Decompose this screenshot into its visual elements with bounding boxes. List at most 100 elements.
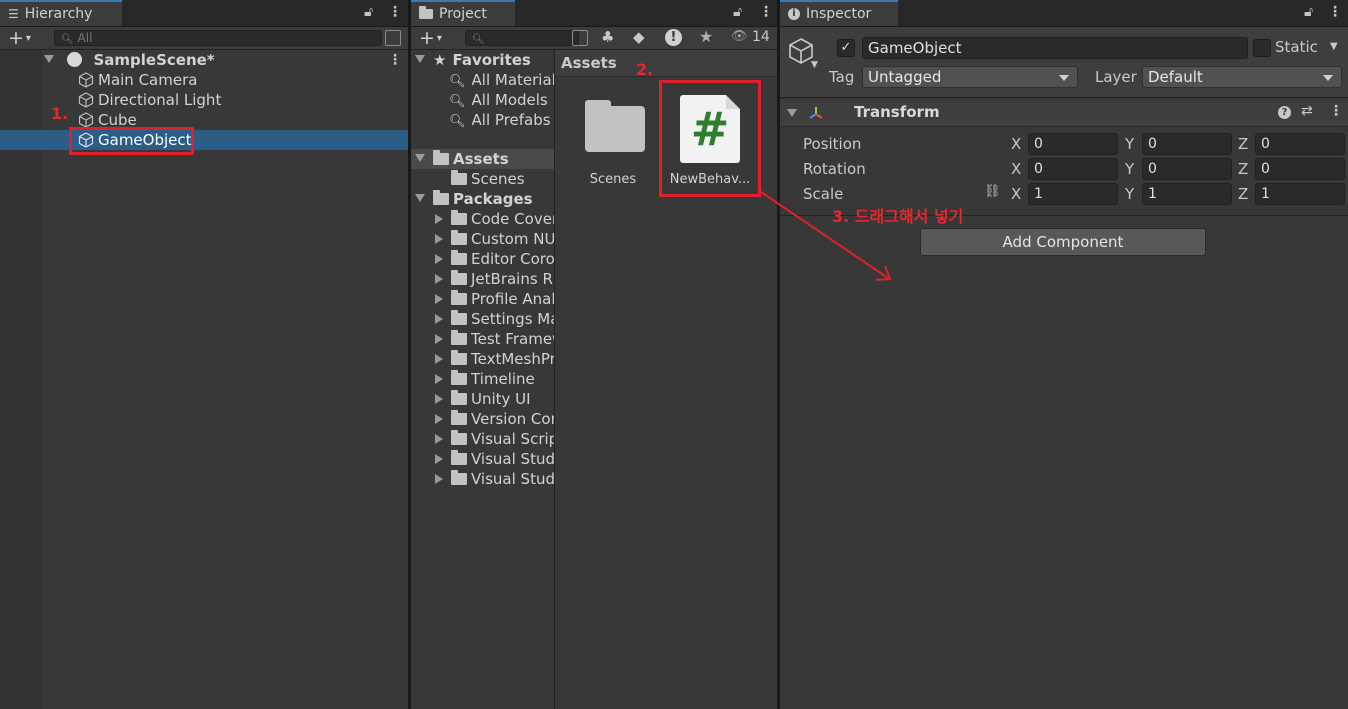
active-checkbox[interactable]: ✓ [837,39,855,57]
scene-row[interactable]: SampleScene* [44,50,215,70]
component-menu-icon[interactable]: ⋮ [1329,103,1343,119]
static-dropdown-arrow[interactable]: ▼ [1330,41,1338,52]
axis-y-label[interactable]: Y [1125,159,1134,179]
presets-sliders-icon[interactable]: ⇄ [1301,103,1313,119]
expand-arrow-icon[interactable] [415,194,425,202]
more-menu-icon[interactable]: ⋮ [388,4,402,20]
hierarchy-item-main-camera[interactable]: Main Camera [78,70,197,90]
expand-arrow-icon[interactable] [435,274,443,284]
axis-x-label[interactable]: X [1011,184,1021,204]
hierarchy-search-input[interactable]: 🔍︎ All [54,30,382,46]
hierarchy-item-gameobject-selected[interactable]: GameObject [0,130,408,150]
expand-arrow-icon[interactable] [44,55,54,63]
create-button[interactable]: + ▾ [419,27,442,49]
axis-x-label[interactable]: X [1011,159,1021,179]
search-scope-button[interactable] [572,30,588,46]
lock-icon[interactable]: 🔓︎ [364,4,373,20]
package-item[interactable]: TextMeshPro [435,349,554,369]
static-checkbox[interactable] [1253,39,1271,57]
expand-arrow-icon[interactable] [435,474,443,484]
package-item[interactable]: Timeline [435,369,535,389]
package-item[interactable]: Editor Coroutines [435,249,554,269]
axis-z-label[interactable]: Z [1238,159,1248,179]
transform-component-header[interactable]: Transform ? ⇄ ⋮ [780,100,1348,127]
expand-arrow-icon[interactable] [435,314,443,324]
constrain-proportions-link-icon[interactable]: ⛓ [984,184,1001,199]
scale-z-field[interactable]: 1 [1255,183,1345,205]
tab-project[interactable]: Project [411,0,515,26]
layer-label: Layer [1095,68,1137,86]
favorite-star-icon[interactable]: ★ [699,27,713,46]
package-item[interactable]: Visual Scripting [435,429,554,449]
grid-title[interactable]: Assets [561,54,617,72]
search-scene-button[interactable] [385,30,401,46]
expand-arrow-icon[interactable] [435,414,443,424]
hidden-packages-eye-icon[interactable]: 👁︎ [731,29,748,44]
expand-arrow-icon[interactable] [435,334,443,344]
package-item[interactable]: Visual Studio [435,449,554,469]
package-item[interactable]: Test Framework [435,329,554,349]
package-item[interactable]: Settings Manager [435,309,554,329]
package-item[interactable]: Unity UI [435,389,531,409]
package-item[interactable]: JetBrains Rider [435,269,554,289]
axis-z-label[interactable]: Z [1238,134,1248,154]
search-by-type-icon[interactable]: ♣ [601,28,614,46]
expand-arrow-icon[interactable] [435,294,443,304]
scene-menu-icon[interactable]: ⋮ [388,52,402,68]
axis-x-label[interactable]: X [1011,134,1021,154]
project-search-input[interactable]: 🔍︎ [465,30,579,46]
grid-item-scenes[interactable]: Scenes [571,96,655,192]
packages-header[interactable]: Packages [415,189,533,209]
axis-y-label[interactable]: Y [1125,184,1134,204]
expand-arrow-icon[interactable] [435,434,443,444]
package-item[interactable]: Code Coverage [435,209,554,229]
rotation-y-field[interactable]: 0 [1142,158,1232,180]
scale-y-field[interactable]: 1 [1142,183,1232,205]
axis-y-label[interactable]: Y [1125,134,1134,154]
expand-arrow-icon[interactable] [415,154,425,162]
add-component-button[interactable]: Add Component [920,228,1206,256]
expand-arrow-icon[interactable] [787,109,797,117]
expand-arrow-icon[interactable] [435,374,443,384]
package-item[interactable]: Custom NUnit [435,229,554,249]
scale-x-field[interactable]: 1 [1028,183,1118,205]
more-menu-icon[interactable]: ⋮ [759,4,773,20]
favorites-header[interactable]: ★ Favorites [415,50,531,70]
console-errors-icon[interactable]: ! [665,29,682,46]
expand-arrow-icon[interactable] [435,234,443,244]
position-z-field[interactable]: 0 [1255,133,1345,155]
position-y-field[interactable]: 0 [1142,133,1232,155]
icon-dropdown-arrow[interactable]: ▼ [811,60,818,70]
layer-dropdown[interactable]: Default [1142,66,1342,88]
package-item[interactable]: Profile Analyzer [435,289,554,309]
expand-arrow-icon[interactable] [435,214,443,224]
tag-dropdown[interactable]: Untagged [862,66,1078,88]
package-item[interactable]: Visual Studio [435,469,554,489]
object-name-field[interactable]: GameObject [862,37,1248,59]
search-by-label-icon[interactable]: ◆ [633,28,645,46]
expand-arrow-icon[interactable] [435,354,443,364]
create-button[interactable]: + ▾ [8,27,31,49]
package-item[interactable]: Version Control [435,409,554,429]
help-icon[interactable]: ? [1278,106,1291,119]
favorite-item-models[interactable]: 🔍︎ All Models [449,90,548,110]
tree-item-scenes[interactable]: Scenes [451,169,525,189]
hierarchy-item-directional-light[interactable]: Directional Light [78,90,221,110]
lock-icon[interactable]: 🔓︎ [733,4,742,20]
tab-hierarchy[interactable]: ☰ Hierarchy [0,0,122,26]
lock-icon[interactable]: 🔓︎ [1304,4,1313,20]
more-menu-icon[interactable]: ⋮ [1328,4,1342,20]
rotation-x-field[interactable]: 0 [1028,158,1118,180]
rotation-z-field[interactable]: 0 [1255,158,1345,180]
tab-inspector[interactable]: i Inspector [780,0,898,26]
expand-arrow-icon[interactable] [435,394,443,404]
expand-arrow-icon[interactable] [435,254,443,264]
assets-tree-header[interactable]: Assets [411,149,554,169]
expand-arrow-icon[interactable] [435,454,443,464]
expand-arrow-icon[interactable] [415,55,425,63]
star-icon: ★ [433,51,447,69]
favorite-item-materials[interactable]: 🔍︎ All Materials [449,70,554,90]
position-x-field[interactable]: 0 [1028,133,1118,155]
axis-z-label[interactable]: Z [1238,184,1248,204]
favorite-item-prefabs[interactable]: 🔍︎ All Prefabs [449,110,551,130]
